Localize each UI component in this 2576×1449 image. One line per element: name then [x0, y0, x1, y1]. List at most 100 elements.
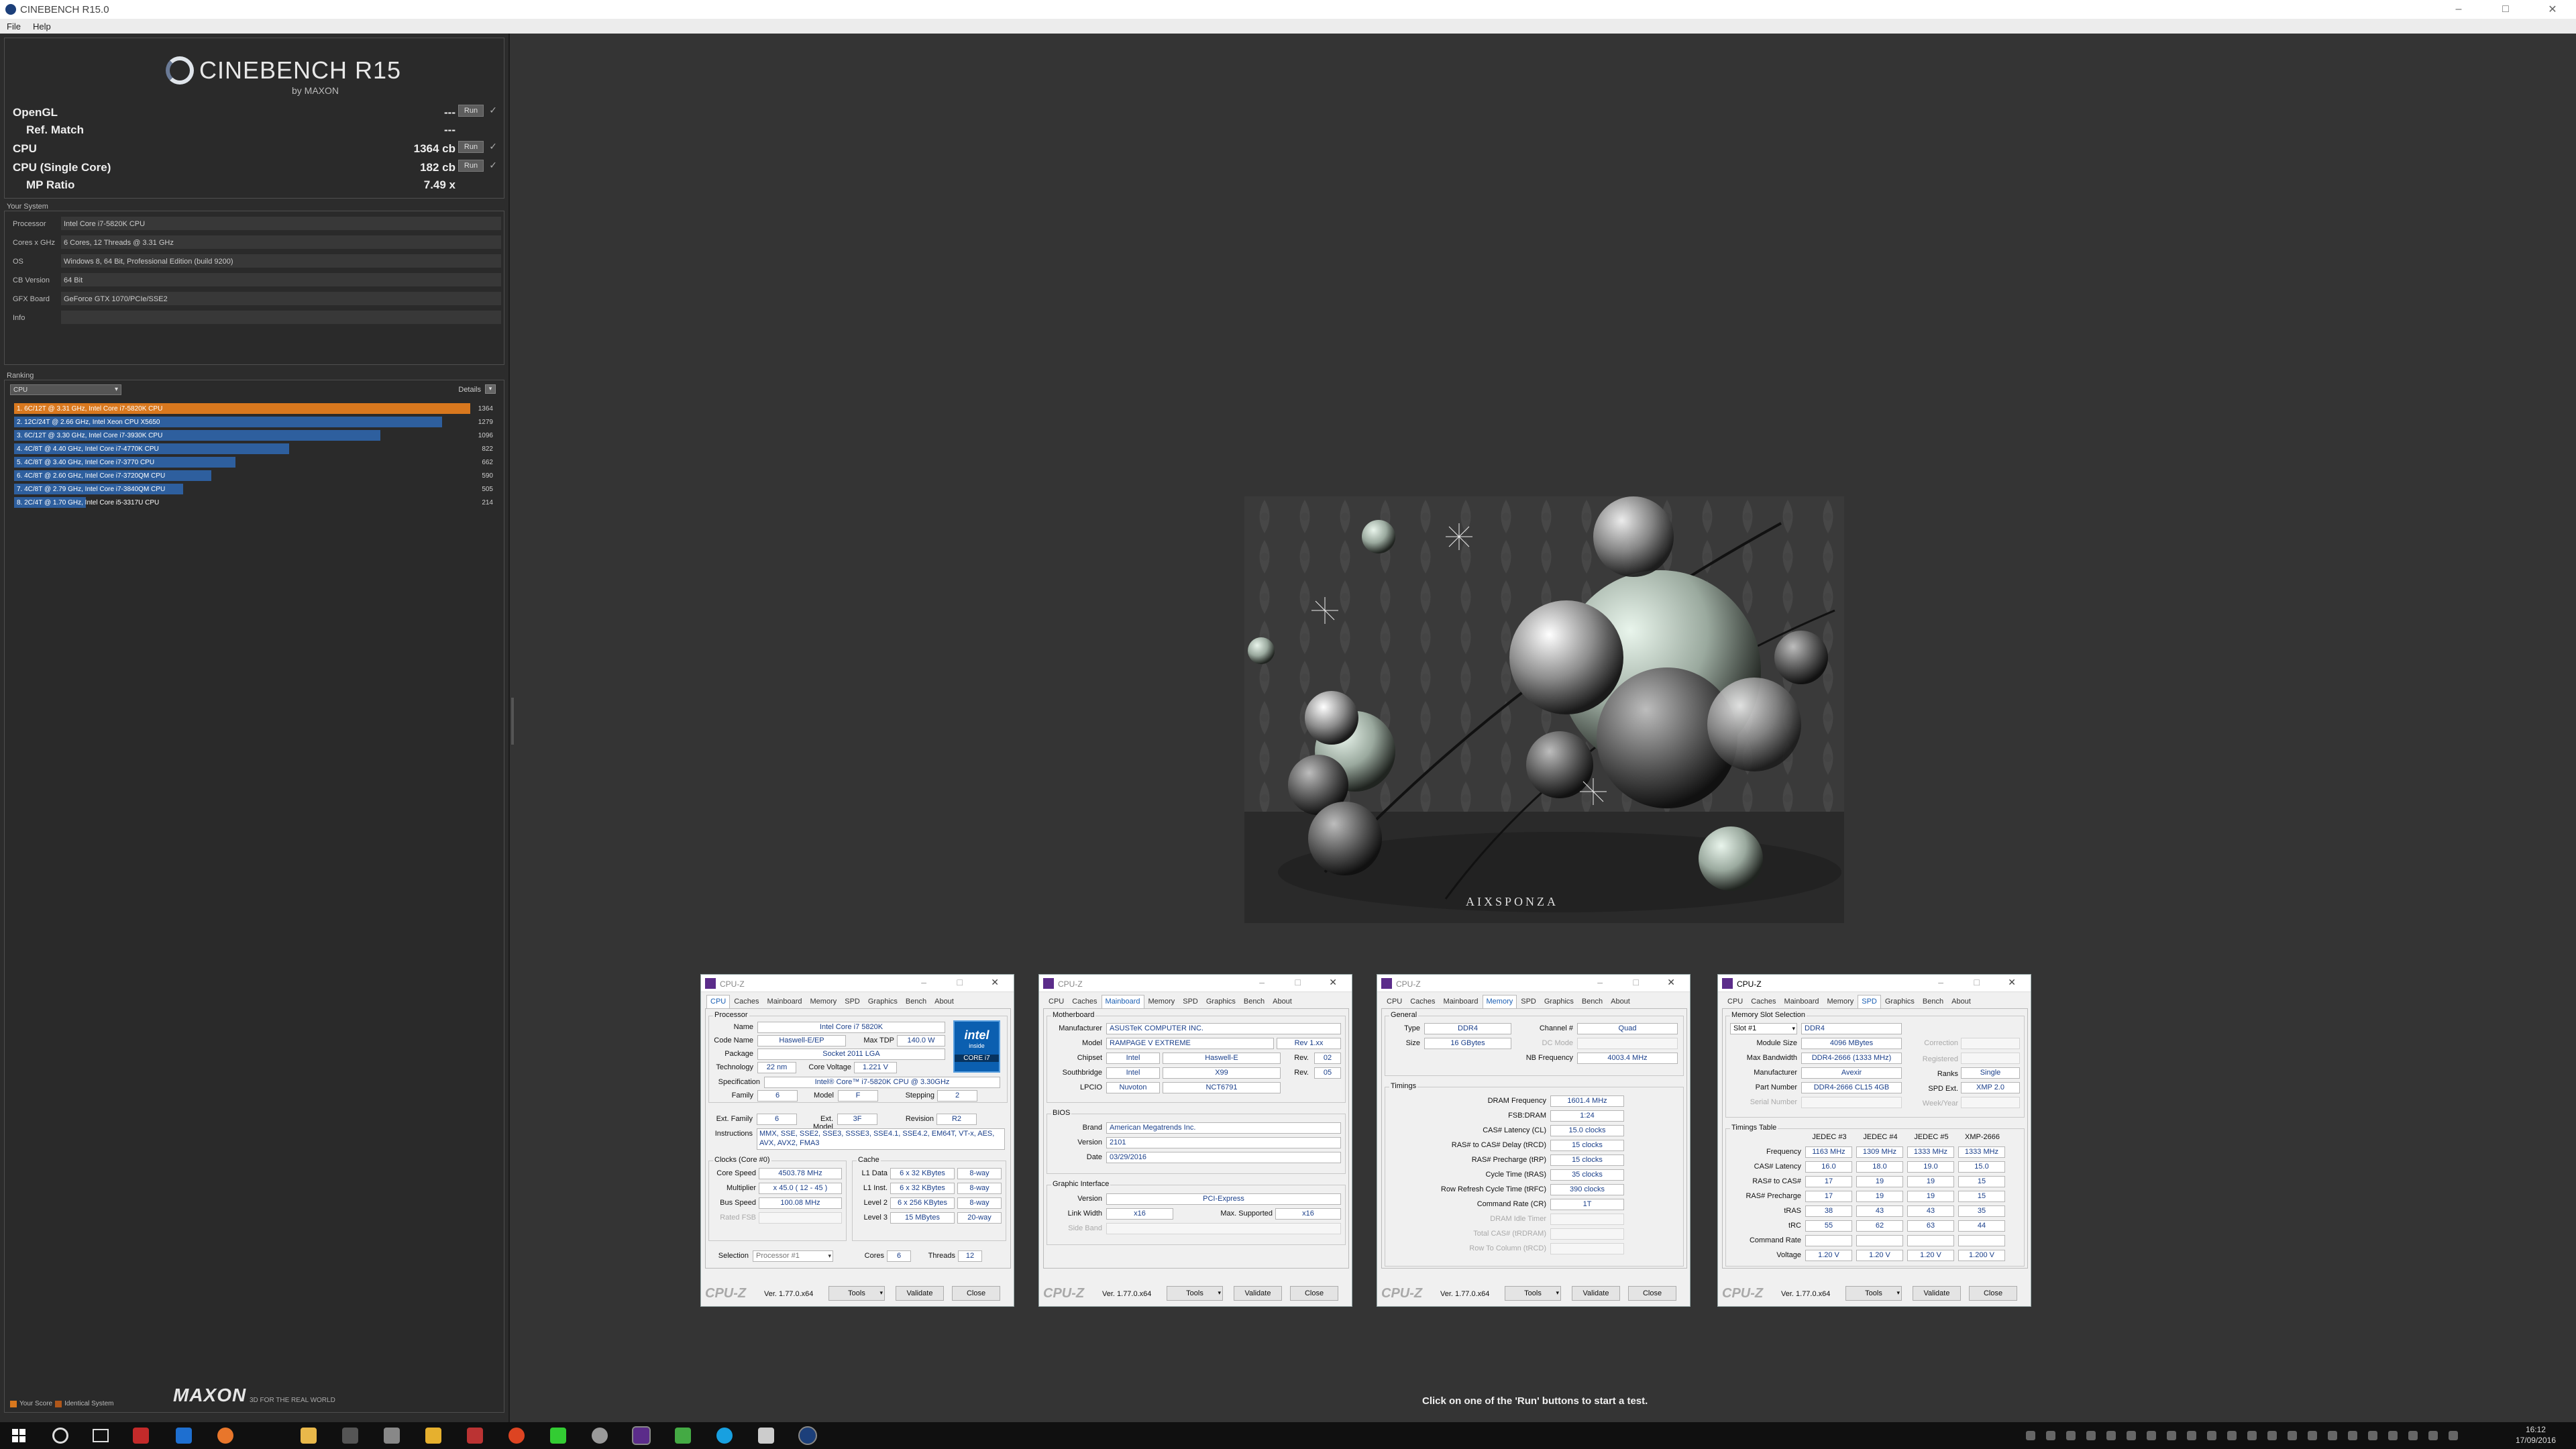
run-cpu-single-button[interactable]: Run [458, 160, 484, 172]
menu-help[interactable]: Help [33, 21, 51, 32]
validate-button[interactable]: Validate [896, 1286, 944, 1301]
cinebench-taskbar-icon[interactable] [798, 1426, 817, 1445]
close-icon[interactable]: ✕ [2529, 0, 2576, 19]
slot-select[interactable]: Slot #1 ▾ [1730, 1023, 1797, 1034]
ranking-bar[interactable]: 3. 6C/12T @ 3.30 GHz, Intel Core i7-3930… [14, 430, 380, 441]
ranking-bar[interactable]: 7. 4C/8T @ 2.79 GHz, Intel Core i7-3840Q… [14, 484, 183, 494]
tray-icon[interactable] [2026, 1431, 2035, 1440]
tray-icon[interactable] [2247, 1431, 2257, 1440]
tray-icon[interactable] [2147, 1431, 2156, 1440]
taskbar-app-icon[interactable] [508, 1428, 525, 1444]
tray-icon[interactable] [2227, 1431, 2237, 1440]
tab-bench[interactable]: Bench [1578, 995, 1607, 1008]
tools-button[interactable]: Tools ▾ [1167, 1286, 1223, 1301]
validate-button[interactable]: Validate [1234, 1286, 1282, 1301]
run-opengl-button[interactable]: Run [458, 105, 484, 117]
processor-select[interactable]: Processor #1 ▾ [753, 1250, 833, 1262]
tab-cpu[interactable]: CPU [1383, 995, 1406, 1008]
minimize-icon[interactable]: – [1938, 977, 1943, 987]
close-icon[interactable]: ✕ [1667, 977, 1675, 988]
tab-graphics[interactable]: Graphics [864, 995, 902, 1008]
validate-button[interactable]: Validate [1913, 1286, 1961, 1301]
tab-graphics[interactable]: Graphics [1202, 995, 1240, 1008]
tab-bench[interactable]: Bench [902, 995, 930, 1008]
tab-memory[interactable]: Memory [806, 995, 841, 1008]
tray-icon[interactable] [2328, 1431, 2337, 1440]
tab-about[interactable]: About [1947, 995, 1975, 1008]
tab-graphics[interactable]: Graphics [1540, 995, 1578, 1008]
tray-icon[interactable] [2127, 1431, 2136, 1440]
tab-mainboard[interactable]: Mainboard [763, 995, 806, 1008]
minimize-icon[interactable]: – [2435, 0, 2482, 19]
tray-icon[interactable] [2368, 1431, 2377, 1440]
tab-spd[interactable]: SPD [1179, 995, 1202, 1008]
maximize-icon[interactable]: □ [1295, 977, 1301, 987]
minimize-icon[interactable]: – [1259, 977, 1265, 987]
tray-icon[interactable] [2348, 1431, 2357, 1440]
tools-button[interactable]: Tools ▾ [1845, 1286, 1902, 1301]
close-button[interactable]: Close [1969, 1286, 2017, 1301]
tray-icon[interactable] [2207, 1431, 2216, 1440]
windows-start-icon[interactable] [11, 1428, 27, 1444]
close-button[interactable]: Close [952, 1286, 1000, 1301]
tab-mainboard[interactable]: Mainboard [1780, 995, 1823, 1008]
tools-button[interactable]: Tools ▾ [1505, 1286, 1561, 1301]
close-button[interactable]: Close [1628, 1286, 1676, 1301]
menu-file[interactable]: File [7, 21, 21, 32]
tools-button[interactable]: Tools ▾ [828, 1286, 885, 1301]
calculator-icon[interactable] [758, 1428, 774, 1444]
tab-cpu[interactable]: CPU [1044, 995, 1068, 1008]
maximize-icon[interactable]: □ [957, 977, 963, 987]
task-view-icon[interactable] [93, 1429, 109, 1442]
taskbar-app-icon[interactable] [550, 1428, 566, 1444]
panel-splitter-handle[interactable] [511, 698, 514, 745]
close-button[interactable]: Close [1290, 1286, 1338, 1301]
search-icon[interactable] [52, 1428, 68, 1444]
tab-mainboard[interactable]: Mainboard [1440, 995, 1483, 1008]
tab-memory[interactable]: Memory [1482, 995, 1517, 1008]
taskbar-app-icon[interactable] [675, 1428, 691, 1444]
tab-cpu[interactable]: CPU [1723, 995, 1747, 1008]
close-icon[interactable]: ✕ [2008, 977, 2016, 988]
cpuz-taskbar-icon[interactable] [632, 1426, 651, 1445]
tab-bench[interactable]: Bench [1240, 995, 1269, 1008]
validate-button[interactable]: Validate [1572, 1286, 1620, 1301]
close-icon[interactable]: ✕ [1329, 977, 1337, 988]
maximize-icon[interactable]: □ [1633, 977, 1639, 987]
close-icon[interactable]: ✕ [991, 977, 999, 988]
tab-graphics[interactable]: Graphics [1881, 995, 1919, 1008]
taskbar-app-icon[interactable] [384, 1428, 400, 1444]
tab-about[interactable]: About [1607, 995, 1634, 1008]
minimize-icon[interactable]: – [1597, 977, 1603, 987]
taskbar-app-icon[interactable] [592, 1428, 608, 1444]
tab-caches[interactable]: Caches [1747, 995, 1780, 1008]
edge-icon[interactable] [176, 1428, 192, 1444]
tab-cpu[interactable]: CPU [706, 995, 731, 1008]
tab-about[interactable]: About [1269, 995, 1296, 1008]
tab-bench[interactable]: Bench [1919, 995, 1947, 1008]
taskbar-app-red-icon[interactable] [133, 1428, 149, 1444]
tab-memory[interactable]: Memory [1144, 995, 1179, 1008]
tab-spd[interactable]: SPD [841, 995, 864, 1008]
details-label[interactable]: Details [458, 386, 481, 394]
tab-spd[interactable]: SPD [1517, 995, 1540, 1008]
ranking-bar[interactable]: 6. 4C/8T @ 2.60 GHz, Intel Core i7-3720Q… [14, 470, 211, 481]
ranking-bar[interactable]: 2. 12C/24T @ 2.66 GHz, Intel Xeon CPU X5… [14, 417, 442, 427]
tab-caches[interactable]: Caches [1068, 995, 1101, 1008]
skype-icon[interactable] [716, 1428, 733, 1444]
taskbar-app-icon[interactable] [425, 1428, 441, 1444]
tab-caches[interactable]: Caches [1406, 995, 1439, 1008]
tab-spd[interactable]: SPD [1858, 995, 1881, 1008]
tray-icon[interactable] [2066, 1431, 2076, 1440]
tray-icon[interactable] [2187, 1431, 2196, 1440]
cpu-checkbox[interactable]: ✓ [489, 141, 497, 152]
ranking-bar[interactable]: 4. 4C/8T @ 4.40 GHz, Intel Core i7-4770K… [14, 443, 289, 454]
tray-icon[interactable] [2167, 1431, 2176, 1440]
tray-icon[interactable] [2046, 1431, 2055, 1440]
ranking-bar[interactable]: 1. 6C/12T @ 3.31 GHz, Intel Core i7-5820… [14, 403, 470, 414]
tray-icon[interactable] [2388, 1431, 2398, 1440]
opengl-checkbox[interactable]: ✓ [489, 105, 497, 116]
tab-memory[interactable]: Memory [1823, 995, 1858, 1008]
tray-icon[interactable] [2106, 1431, 2116, 1440]
run-cpu-button[interactable]: Run [458, 141, 484, 153]
